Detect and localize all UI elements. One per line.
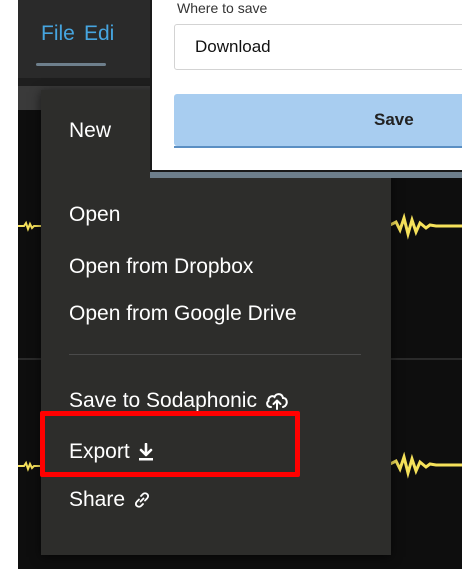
active-menu-underline bbox=[36, 63, 106, 66]
audio-editor-app: File Edi New Open Open from Dropbox Open… bbox=[0, 0, 462, 569]
waveform-right-channel-1 bbox=[388, 212, 462, 240]
export-highlight-annotation bbox=[40, 411, 300, 477]
menu-item-open-from-dropbox[interactable]: Open from Dropbox bbox=[69, 255, 253, 279]
waveform-right-channel-2 bbox=[388, 451, 462, 479]
menu-item-label: Open from Google Drive bbox=[69, 302, 297, 325]
save-button[interactable]: Save bbox=[174, 94, 462, 146]
menu-item-label: Open from Dropbox bbox=[69, 255, 254, 278]
window-edge bbox=[0, 0, 18, 569]
menu-item-open[interactable]: Open bbox=[69, 203, 120, 227]
link-icon bbox=[133, 491, 151, 509]
menu-item-label: Share bbox=[69, 488, 126, 511]
menu-item-save-to-sodaphonic[interactable]: Save to Sodaphonic bbox=[69, 389, 289, 413]
file-menu-button[interactable]: File bbox=[41, 22, 75, 46]
cloud-upload-icon bbox=[265, 391, 289, 411]
menu-item-label: Open bbox=[69, 203, 121, 226]
dialog-footer-line bbox=[174, 146, 462, 148]
menu-item-label: Save to Sodaphonic bbox=[69, 389, 257, 412]
edit-menu-button[interactable]: Edi bbox=[84, 22, 114, 46]
menu-item-new[interactable]: New bbox=[69, 119, 111, 143]
where-to-save-label: Where to save bbox=[177, 0, 268, 16]
menu-item-open-from-google-drive[interactable]: Open from Google Drive bbox=[69, 302, 297, 326]
menu-item-label: New bbox=[69, 119, 112, 142]
save-dialog: Where to save Save bbox=[150, 0, 462, 172]
menu-item-share[interactable]: Share bbox=[69, 488, 151, 512]
save-location-field[interactable] bbox=[174, 24, 462, 70]
menu-separator bbox=[69, 354, 361, 355]
